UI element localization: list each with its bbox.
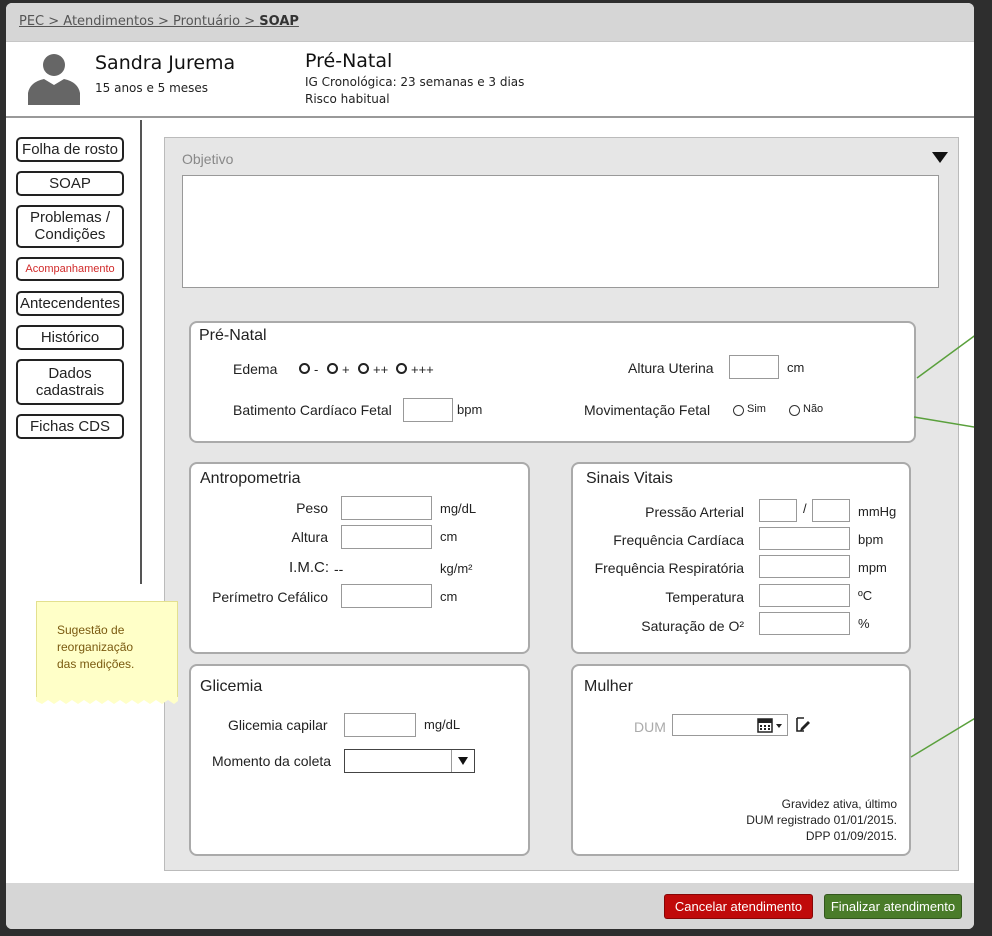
annotation-lines (910, 335, 974, 758)
cancel-button[interactable]: Cancelar atendimento (664, 894, 813, 919)
sticky-note-line2: reorganização (57, 640, 134, 654)
app-window: PEC > Atendimentos > Prontuário > SOAP S… (6, 3, 974, 929)
sticky-note-line1: Sugestão de (57, 623, 125, 637)
annotation-line (916, 335, 974, 379)
annotation-line (910, 718, 974, 758)
footer-bar: Cancelar atendimento Finalizar atendimen… (6, 883, 974, 929)
finish-button[interactable]: Finalizar atendimento (824, 894, 962, 919)
torn-edge (36, 697, 178, 704)
annotation-line (913, 416, 974, 428)
sticky-note: Sugestão de reorganização das medições. (36, 601, 178, 704)
sticky-note-line3: das medições. (57, 657, 135, 671)
